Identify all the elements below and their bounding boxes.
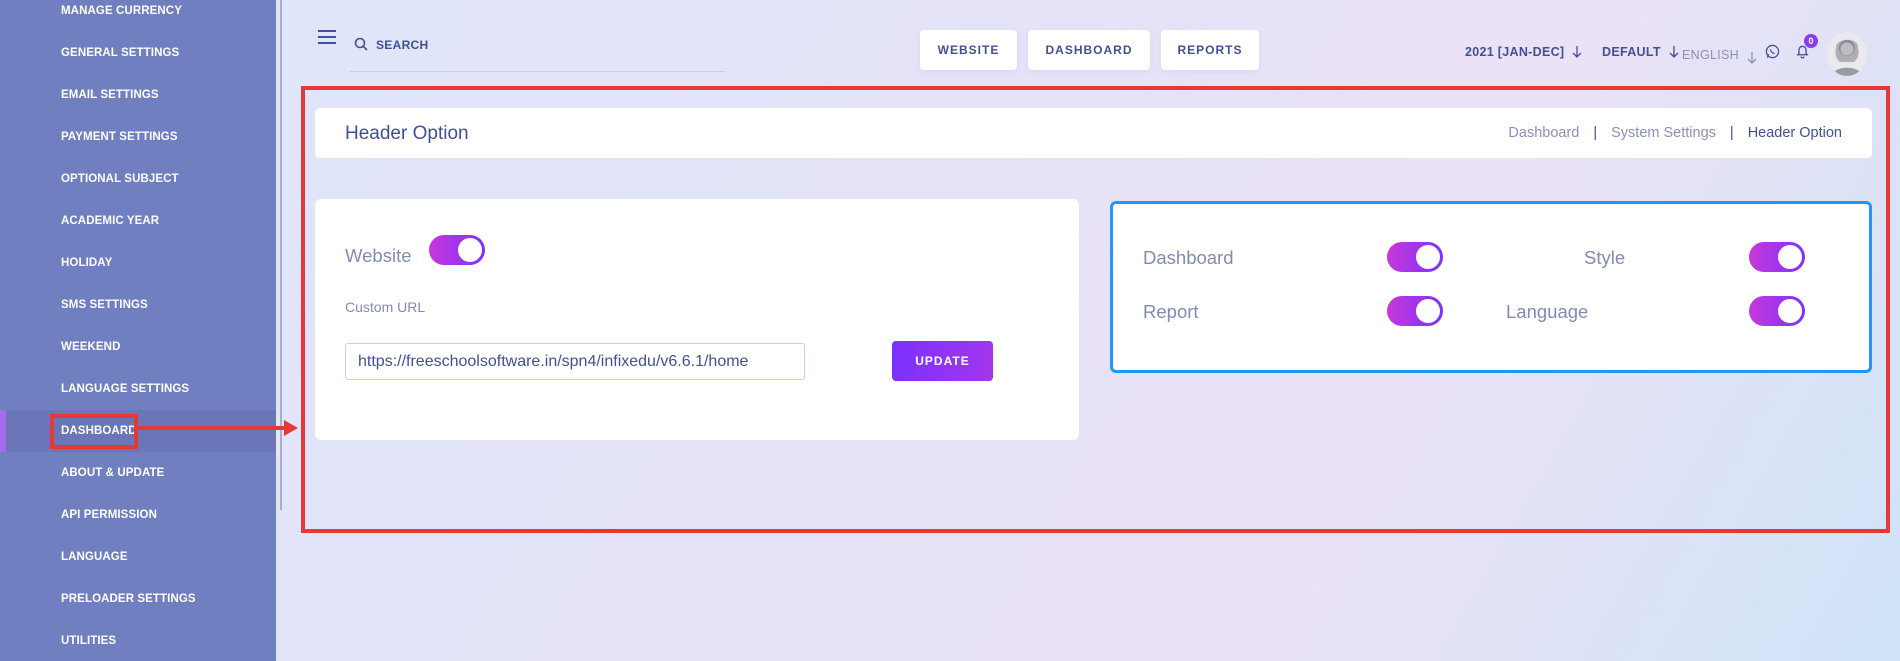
breadcrumb-system-settings[interactable]: System Settings (1611, 125, 1716, 141)
custom-url-label: Custom URL (345, 299, 426, 315)
website-button[interactable]: WEBSITE (920, 30, 1017, 70)
style-value: DEFAULT (1602, 45, 1661, 59)
sidebar: MANAGE CURRENCY GENERAL SETTINGS EMAIL S… (0, 0, 282, 661)
style-option-label: Style (1584, 247, 1626, 268)
search-bar (350, 34, 725, 72)
update-button[interactable]: UPDATE (892, 341, 993, 381)
sidebar-item-sms-settings[interactable]: SMS SETTINGS (0, 284, 276, 326)
sidebar-item-payment-settings[interactable]: PAYMENT SETTINGS (0, 116, 276, 158)
sidebar-item-holiday[interactable]: HOLIDAY (0, 242, 276, 284)
breadcrumb-separator: | (1593, 125, 1598, 141)
page-title: Header Option (345, 123, 469, 144)
arrow-down-icon (1669, 46, 1679, 58)
style-select[interactable]: DEFAULT (1602, 45, 1679, 59)
style-toggle[interactable] (1749, 242, 1805, 272)
sidebar-item-weekend[interactable]: WEEKEND (0, 326, 276, 368)
dashboard-option-label: Dashboard (1143, 247, 1234, 268)
breadcrumb-separator: | (1729, 125, 1734, 141)
website-settings-card: Website Custom URL UPDATE (315, 199, 1079, 440)
user-avatar-icon (1832, 39, 1862, 76)
annotation-dashboard-outline (50, 414, 138, 449)
dashboard-button[interactable]: DASHBOARD (1028, 30, 1150, 70)
search-icon (354, 37, 368, 51)
breadcrumb-dashboard[interactable]: Dashboard (1508, 125, 1579, 141)
language-option-label: Language (1506, 301, 1589, 322)
session-select[interactable]: 2021 [JAN-DEC] (1465, 45, 1582, 59)
notification-badge: 0 (1804, 34, 1818, 48)
sidebar-item-academic-year[interactable]: ACADEMIC YEAR (0, 200, 276, 242)
sidebar-item-manage-currency[interactable]: MANAGE CURRENCY (0, 0, 276, 32)
sidebar-item-general-settings[interactable]: GENERAL SETTINGS (0, 32, 276, 74)
website-toggle[interactable] (429, 235, 485, 265)
language-select[interactable]: ENGLISH (1682, 45, 1757, 65)
dashboard-toggle[interactable] (1387, 242, 1443, 272)
arrow-down-icon (1747, 52, 1757, 64)
language-toggle[interactable] (1749, 296, 1805, 326)
annotation-arrow-icon (138, 420, 298, 436)
sidebar-item-language[interactable]: LANGUAGE (0, 536, 276, 578)
arrow-down-icon (1572, 46, 1582, 58)
sidebar-item-utilities[interactable]: UTILITIES (0, 620, 276, 661)
session-value: 2021 [JAN-DEC] (1465, 45, 1565, 59)
page-header-card: Header Option Dashboard | System Setting… (315, 108, 1872, 158)
report-option-label: Report (1143, 301, 1199, 322)
breadcrumb-current: Header Option (1747, 125, 1842, 141)
sidebar-item-about-update[interactable]: ABOUT & UPDATE (0, 452, 276, 494)
language-value: ENGLISH (1682, 48, 1739, 62)
report-toggle[interactable] (1387, 296, 1443, 326)
search-input[interactable] (376, 34, 676, 56)
whatsapp-icon[interactable] (1765, 44, 1780, 59)
website-label: Website (345, 245, 412, 266)
sidebar-item-api-permission[interactable]: API PERMISSION (0, 494, 276, 536)
custom-url-input[interactable] (345, 343, 805, 380)
sidebar-item-optional-subject[interactable]: OPTIONAL SUBJECT (0, 158, 276, 200)
breadcrumb: Dashboard | System Settings | Header Opt… (1508, 125, 1842, 141)
reports-button[interactable]: REPORTS (1161, 30, 1259, 70)
sidebar-item-language-settings[interactable]: LANGUAGE SETTINGS (0, 368, 276, 410)
sidebar-item-preloader-settings[interactable]: PRELOADER SETTINGS (0, 578, 276, 620)
sidebar-item-email-settings[interactable]: EMAIL SETTINGS (0, 74, 276, 116)
avatar[interactable] (1827, 32, 1867, 76)
hamburger-menu-icon[interactable] (318, 30, 336, 46)
header-options-card: Dashboard Style Report Language (1110, 201, 1872, 373)
